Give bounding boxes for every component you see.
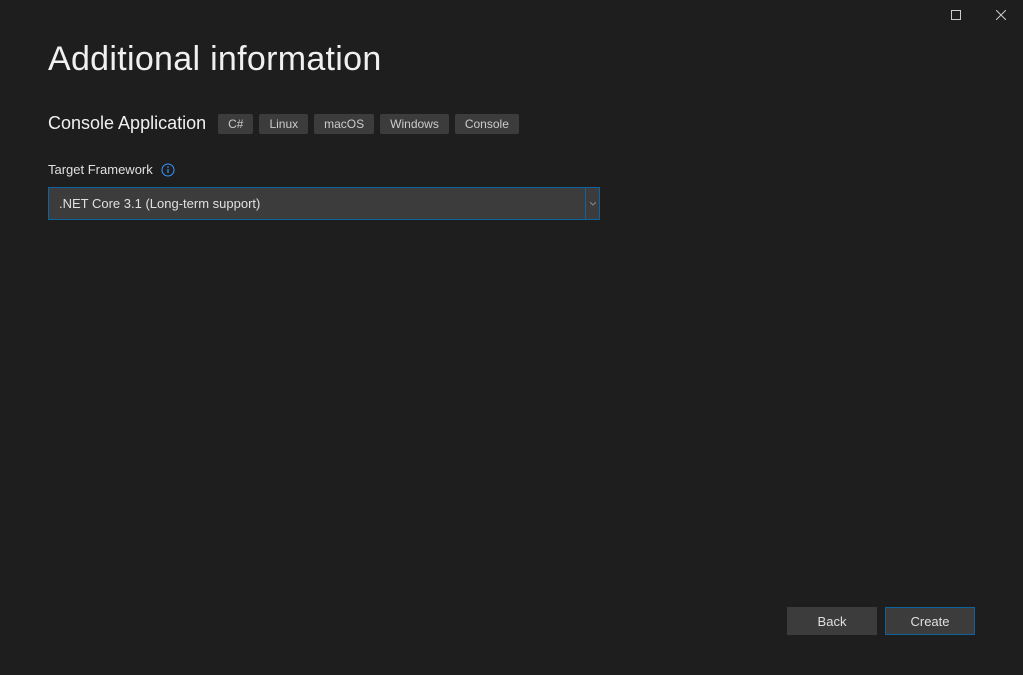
close-icon xyxy=(996,10,1006,20)
target-framework-dropdown[interactable]: .NET Core 3.1 (Long-term support) xyxy=(48,187,600,220)
tag-windows: Windows xyxy=(380,114,449,134)
target-framework-label: Target Framework xyxy=(48,162,153,177)
project-subtitle: Console Application xyxy=(48,113,206,134)
tag-linux: Linux xyxy=(259,114,308,134)
back-button[interactable]: Back xyxy=(787,607,877,635)
page-title: Additional information xyxy=(48,40,975,79)
footer-buttons: Back Create xyxy=(787,607,975,635)
subtitle-row: Console Application C# Linux macOS Windo… xyxy=(48,113,975,134)
maximize-icon xyxy=(951,10,961,20)
tag-csharp: C# xyxy=(218,114,253,134)
main-content: Additional information Console Applicati… xyxy=(0,0,1023,220)
target-framework-value[interactable]: .NET Core 3.1 (Long-term support) xyxy=(49,188,585,219)
tags-container: C# Linux macOS Windows Console xyxy=(218,114,519,134)
info-icon[interactable] xyxy=(161,163,175,177)
create-button[interactable]: Create xyxy=(885,607,975,635)
field-label-row: Target Framework xyxy=(48,162,975,177)
tag-console: Console xyxy=(455,114,519,134)
tag-macos: macOS xyxy=(314,114,374,134)
close-button[interactable] xyxy=(978,0,1023,30)
dropdown-toggle[interactable] xyxy=(585,188,599,219)
window-controls xyxy=(933,0,1023,30)
maximize-button[interactable] xyxy=(933,0,978,30)
chevron-down-icon xyxy=(590,202,596,206)
